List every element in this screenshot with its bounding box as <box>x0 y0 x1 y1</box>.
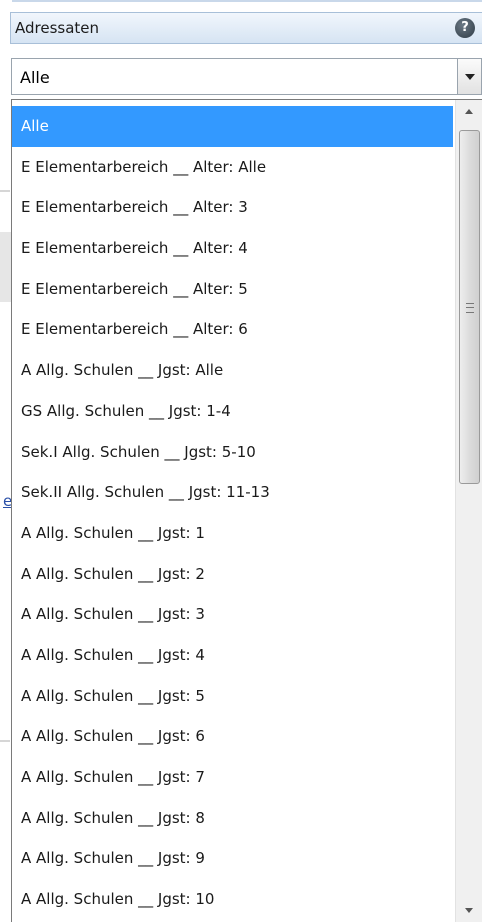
dropdown-option[interactable]: A Allg. Schulen __ Jgst: 1 <box>12 513 453 554</box>
dropdown-option[interactable]: GS Allg. Schulen __ Jgst: 1-4 <box>12 391 453 432</box>
dropdown-option[interactable]: E Elementarbereich __ Alter: 4 <box>12 228 453 269</box>
select-current-value: Alle <box>20 68 50 87</box>
dropdown-option[interactable]: A Allg. Schulen __ Jgst: 3 <box>12 594 453 635</box>
scroll-up-arrow-icon[interactable] <box>456 100 482 124</box>
dropdown-option[interactable]: Sek.II Allg. Schulen __ Jgst: 11-13 <box>12 472 453 513</box>
adressaten-section-header: Adressaten ? <box>10 12 482 44</box>
section-title: Adressaten <box>15 19 100 37</box>
dropdown-option[interactable]: A Allg. Schulen __ Jgst: 6 <box>12 716 453 757</box>
adressaten-select[interactable]: Alle <box>11 58 482 95</box>
dropdown-option[interactable]: E Elementarbereich __ Alter: 3 <box>12 187 453 228</box>
grip-icon <box>466 303 474 313</box>
dropdown-option[interactable]: A Allg. Schulen __ Jgst: 4 <box>12 635 453 676</box>
scroll-down-arrow-icon[interactable] <box>456 899 482 922</box>
chevron-down-icon[interactable] <box>457 58 482 95</box>
dropdown-option[interactable]: E Elementarbereich __ Alter: 5 <box>12 269 453 310</box>
dropdown-options: Alle E Elementarbereich __ Alter: Alle E E… <box>12 106 453 920</box>
background-divider <box>0 740 10 742</box>
scroll-thumb[interactable] <box>459 130 480 484</box>
dropdown-scrollbar[interactable] <box>455 100 482 922</box>
dropdown-option[interactable]: E Elementarbereich __ Alter: 6 <box>12 309 453 350</box>
dropdown-option[interactable]: A Allg. Schulen __ Jgst: 5 <box>12 676 453 717</box>
adressaten-dropdown-list[interactable]: Alle E Elementarbereich __ Alter: Alle E E… <box>11 99 482 922</box>
dropdown-option[interactable]: A Allg. Schulen __ Jgst: 10 <box>12 879 453 920</box>
help-icon[interactable]: ? <box>455 18 475 38</box>
dropdown-option[interactable]: A Allg. Schulen __ Jgst: 8 <box>12 798 453 839</box>
background-divider <box>0 190 10 192</box>
dropdown-option[interactable]: A Allg. Schulen __ Jgst: 2 <box>12 554 453 595</box>
dropdown-option[interactable]: E Elementarbereich __ Alter: Alle <box>12 147 453 188</box>
dropdown-option[interactable]: A Allg. Schulen __ Jgst: Alle <box>12 350 453 391</box>
top-border-line <box>0 0 482 2</box>
dropdown-option[interactable]: Alle <box>12 106 453 147</box>
dropdown-option[interactable]: Sek.I Allg. Schulen __ Jgst: 5-10 <box>12 432 453 473</box>
dropdown-option[interactable]: A Allg. Schulen __ Jgst: 9 <box>12 838 453 879</box>
dropdown-option[interactable]: A Allg. Schulen __ Jgst: 7 <box>12 757 453 798</box>
